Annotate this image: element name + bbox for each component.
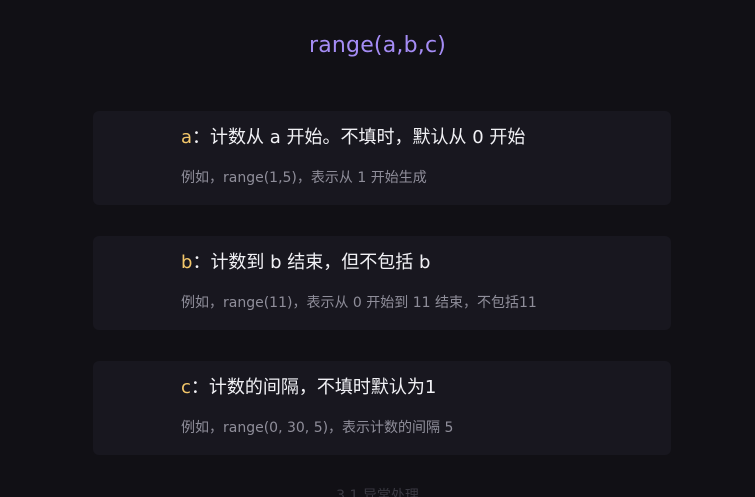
param-example-b: 例如，range(11)，表示从 0 开始到 11 结束，不包括11 — [181, 295, 537, 311]
param-card-a: a：计数从 a 开始。不填时，默认从 0 开始 例如，range(1,5)，表示… — [93, 111, 671, 205]
param-example-c: 例如，range(0, 30, 5)，表示计数的间隔 5 — [181, 420, 454, 436]
param-description-a: 计数从 a 开始。不填时，默认从 0 开始 — [210, 127, 526, 148]
param-card-b: b：计数到 b 结束，但不包括 b 例如，range(11)，表示从 0 开始到… — [93, 236, 671, 330]
param-key-b: b — [181, 252, 193, 273]
param-heading-b: b：计数到 b 结束，但不包括 b — [181, 250, 430, 276]
page-title: range(a,b,c) — [308, 33, 447, 58]
param-description-b: 计数到 b 结束，但不包括 b — [210, 252, 431, 273]
param-heading-a: a：计数从 a 开始。不填时，默认从 0 开始 — [181, 125, 525, 151]
param-card-c: c：计数的间隔，不填时默认为1 例如，range(0, 30, 5)，表示计数的… — [93, 361, 671, 455]
param-key-a: a — [181, 127, 193, 148]
next-section-label: 3.1 异常处理 — [336, 488, 419, 497]
param-heading-c: c：计数的间隔，不填时默认为1 — [181, 375, 436, 401]
param-separator-c: ： — [190, 377, 209, 398]
param-separator-b: ： — [192, 252, 211, 273]
param-key-c: c — [181, 377, 191, 398]
param-example-a: 例如，range(1,5)，表示从 1 开始生成 — [181, 170, 427, 186]
param-separator-a: ： — [192, 127, 211, 148]
param-description-c: 计数的间隔，不填时默认为1 — [208, 377, 437, 398]
